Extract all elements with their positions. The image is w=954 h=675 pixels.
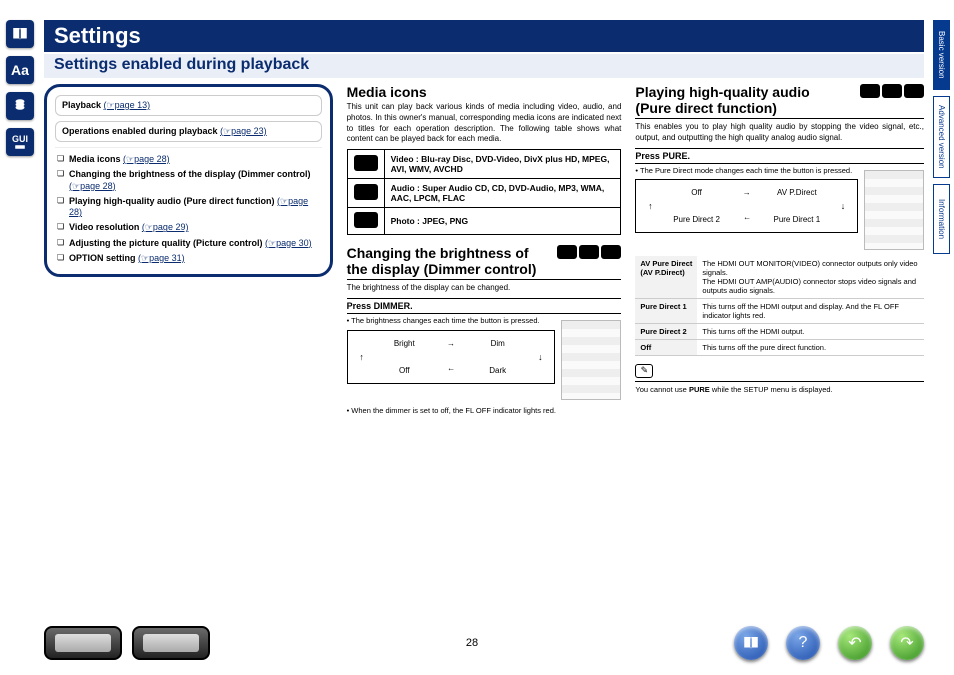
- dimmer-title-row: Changing the brightness of the display (…: [347, 245, 622, 279]
- list-item[interactable]: OPTION setting (☞page 31): [55, 251, 322, 266]
- list-item[interactable]: Video resolution (☞page 29): [55, 220, 322, 235]
- dimmer-cycle: BrightDim ↑↓ OffDark: [347, 330, 556, 384]
- prev-page-icon[interactable]: ↶: [838, 626, 872, 660]
- nav-ops-ref[interactable]: (☞page 23): [220, 126, 267, 136]
- dimmer-desc: The brightness of the display can be cha…: [347, 279, 622, 294]
- audio-icon: [882, 84, 902, 98]
- nav-card: Playback (☞page 13) Operations enabled d…: [44, 84, 333, 277]
- list-item[interactable]: Adjusting the picture quality (Picture c…: [55, 236, 322, 251]
- col-right: Playing high-quality audio (Pure direct …: [635, 84, 924, 615]
- arrow-right-icon: [743, 188, 751, 197]
- pure-direct-title: Playing high-quality audio (Pure direct …: [635, 84, 809, 116]
- table-row: Pure Direct 1 This turns off the HDMI ou…: [635, 298, 924, 323]
- page-title: Settings: [44, 20, 924, 52]
- nav-ops[interactable]: Operations enabled during playback (☞pag…: [55, 121, 322, 142]
- photo-icon: [601, 245, 621, 259]
- table-row: AV Pure Direct(AV P.Direct) The HDMI OUT…: [635, 256, 924, 299]
- next-page-icon[interactable]: ↷: [890, 626, 924, 660]
- list-item[interactable]: Playing high-quality audio (Pure direct …: [55, 194, 322, 221]
- right-tabs: Basic version Advanced version Informati…: [933, 20, 950, 254]
- list-item[interactable]: Media icons (☞page 28): [55, 152, 322, 167]
- dimmer-applies-icons: [557, 245, 621, 259]
- dimmer-title: Changing the brightness of the display (…: [347, 245, 537, 277]
- gui-icon[interactable]: GUI: [6, 128, 34, 156]
- nav-ops-label: Operations enabled during playback: [62, 126, 218, 136]
- media-formats-table: Video : Blu-ray Disc, DVD-Video, DivX pl…: [347, 149, 622, 235]
- tab-advanced[interactable]: Advanced version: [933, 96, 950, 178]
- table-row: Off This turns off the pure direct funct…: [635, 339, 924, 355]
- pd-note: • The Pure Direct mode changes each time…: [635, 166, 858, 176]
- device-button-2[interactable]: [132, 626, 210, 660]
- media-icons-title: Media icons: [347, 84, 622, 100]
- remote-thumbnail: [864, 170, 924, 250]
- photo-icon: [354, 212, 378, 228]
- note-icon: ✎: [635, 364, 653, 378]
- device-buttons: [44, 626, 210, 660]
- pd-title-row: Playing high-quality audio (Pure direct …: [635, 84, 924, 118]
- arrow-left-icon: [447, 366, 455, 375]
- pd-warning: You cannot use PURE while the SETUP menu…: [635, 381, 924, 395]
- remote-thumbnail: [561, 320, 621, 400]
- device-button-1[interactable]: [44, 626, 122, 660]
- table-row: Pure Direct 2 This turns off the HDMI ou…: [635, 323, 924, 339]
- table-row: Audio : Super Audio CD, CD, DVD-Audio, M…: [347, 179, 621, 208]
- audio-icon: [579, 245, 599, 259]
- page-number: 28: [466, 637, 478, 649]
- left-icon-rail: Aa GUI: [6, 20, 34, 156]
- nav-playback[interactable]: Playback (☞page 13): [55, 95, 322, 116]
- help-icon[interactable]: ?: [786, 626, 820, 660]
- list-item[interactable]: Changing the brightness of the display (…: [55, 167, 322, 194]
- pd-modes-table: AV Pure Direct(AV P.Direct) The HDMI OUT…: [635, 256, 924, 356]
- arrow-right-icon: [447, 339, 455, 348]
- video-icon: [860, 84, 880, 98]
- db-icon[interactable]: [6, 92, 34, 120]
- book-icon[interactable]: [6, 20, 34, 48]
- col-middle: Media icons This unit can play back vari…: [347, 84, 622, 615]
- media-icons-desc: This unit can play back various kinds of…: [347, 102, 622, 145]
- table-row: Photo : JPEG, PNG: [347, 208, 621, 235]
- table-row: Video : Blu-ray Disc, DVD-Video, DivX pl…: [347, 150, 621, 179]
- aa-icon[interactable]: Aa: [6, 56, 34, 84]
- tab-information[interactable]: Information: [933, 184, 950, 254]
- pd-desc: This enables you to play high quality au…: [635, 118, 924, 144]
- nav-playback-label: Playback: [62, 100, 101, 110]
- col-nav: Playback (☞page 13) Operations enabled d…: [44, 84, 333, 615]
- dimmer-footnote: • When the dimmer is set to off, the FL …: [347, 406, 622, 416]
- nav-playback-ref[interactable]: (☞page 13): [104, 100, 151, 110]
- audio-icon: [354, 184, 378, 200]
- dimmer-note: • The brightness changes each time the b…: [347, 316, 556, 326]
- contents-icon[interactable]: [734, 626, 768, 660]
- tab-basic[interactable]: Basic version: [933, 20, 950, 90]
- press-dimmer: Press DIMMER.: [347, 298, 622, 314]
- photo-icon: [904, 84, 924, 98]
- footer: 28 ? ↶ ↷: [44, 623, 924, 663]
- page-subtitle: Settings enabled during playback: [44, 54, 924, 78]
- content: Playback (☞page 13) Operations enabled d…: [44, 84, 924, 615]
- pd-applies-icons: [860, 84, 924, 98]
- press-pure: Press PURE.: [635, 148, 924, 164]
- footer-nav: ? ↶ ↷: [734, 626, 924, 660]
- arrow-left-icon: [743, 215, 751, 224]
- nav-list: Media icons (☞page 28) Changing the brig…: [55, 147, 322, 266]
- video-icon: [354, 155, 378, 171]
- pd-cycle: OffAV P.Direct ↑↓ Pure Direct 2Pure Dire…: [635, 179, 858, 233]
- video-icon: [557, 245, 577, 259]
